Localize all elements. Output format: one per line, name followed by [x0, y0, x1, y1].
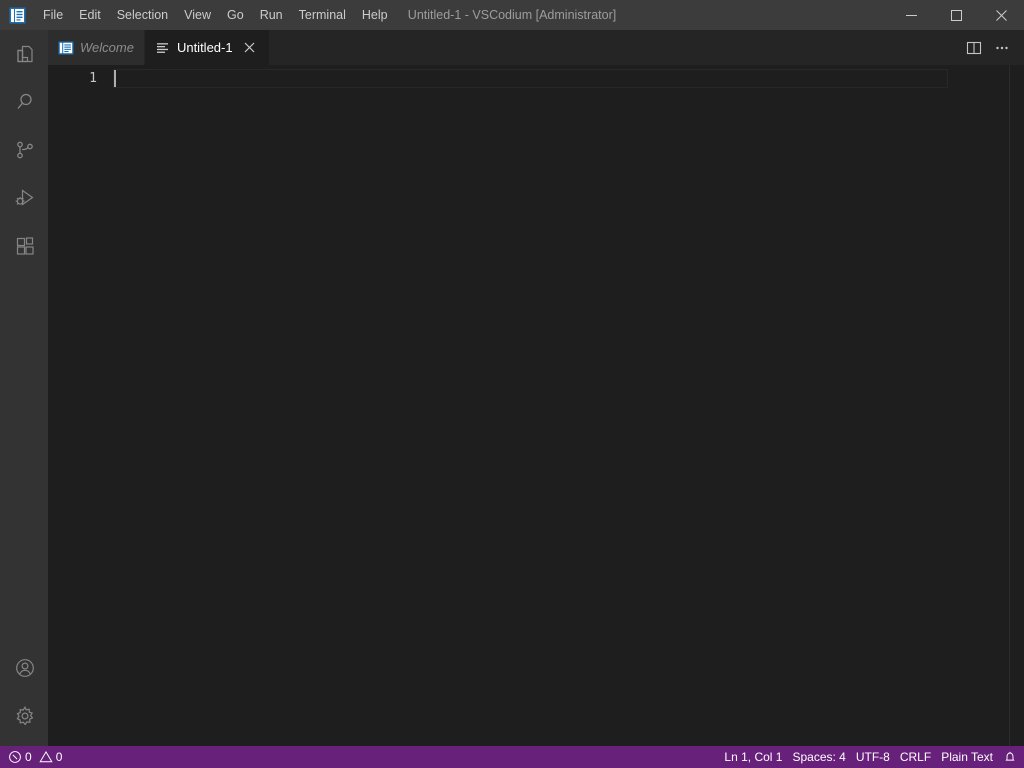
status-problems[interactable]: 0 0 — [3, 746, 67, 768]
account-icon — [16, 659, 34, 677]
vscodium-logo-icon — [0, 0, 35, 30]
ellipsis-icon — [996, 46, 1008, 49]
status-bar-right: Ln 1, Col 1 Spaces: 4 UTF-8 CRLF Plain T… — [719, 746, 1024, 768]
menu-item-run[interactable]: Run — [252, 0, 291, 30]
bell-icon — [1003, 750, 1017, 764]
files-icon — [17, 45, 33, 63]
more-actions-button[interactable] — [988, 34, 1016, 62]
activity-run-debug[interactable] — [0, 174, 48, 222]
menu-item-view[interactable]: View — [176, 0, 219, 30]
activity-extensions[interactable] — [0, 222, 48, 270]
vscodium-window: File Edit Selection View Go Run Terminal… — [0, 0, 1024, 768]
menu-item-selection[interactable]: Selection — [109, 0, 176, 30]
status-bar-left: 0 0 — [0, 746, 67, 768]
menu-item-edit[interactable]: Edit — [71, 0, 109, 30]
status-encoding[interactable]: UTF-8 — [851, 746, 895, 768]
status-eol[interactable]: CRLF — [895, 746, 936, 768]
overview-ruler[interactable] — [1009, 65, 1024, 746]
activity-bar — [0, 30, 48, 746]
split-editor-icon — [966, 41, 982, 54]
error-count: 0 — [25, 750, 32, 764]
activity-explorer[interactable] — [0, 30, 48, 78]
menu-item-go[interactable]: Go — [219, 0, 252, 30]
close-icon — [996, 9, 1007, 21]
tab-label: Untitled-1 — [176, 40, 233, 55]
window-controls — [889, 0, 1024, 30]
status-notifications[interactable] — [998, 746, 1022, 768]
menu-item-file[interactable]: File — [35, 0, 71, 30]
editor-group: Welcome Untitled-1 1 — [48, 30, 1024, 746]
run-and-debug-icon — [15, 189, 34, 206]
plaintext-file-icon — [155, 40, 171, 56]
menu-item-terminal[interactable]: Terminal — [291, 0, 354, 30]
menu-item-help[interactable]: Help — [354, 0, 396, 30]
minimize-button[interactable] — [889, 0, 934, 30]
activity-source-control[interactable] — [0, 126, 48, 174]
tab-list: Welcome Untitled-1 — [48, 30, 270, 65]
search-icon — [17, 93, 32, 109]
warning-count: 0 — [55, 750, 63, 764]
extensions-icon — [16, 237, 34, 255]
activity-search[interactable] — [0, 78, 48, 126]
close-button[interactable] — [979, 0, 1024, 30]
text-cursor — [114, 70, 116, 87]
minimize-icon — [906, 14, 917, 16]
activity-accounts[interactable] — [0, 644, 48, 692]
maximize-button[interactable] — [934, 0, 979, 30]
maximize-icon — [951, 9, 962, 21]
welcome-preview-icon — [58, 40, 74, 56]
line-number-gutter: 1 — [48, 65, 112, 746]
source-control-icon — [17, 141, 33, 159]
line-number: 1 — [89, 71, 97, 86]
status-indentation[interactable]: Spaces: 4 — [787, 746, 850, 768]
activity-settings[interactable] — [0, 692, 48, 740]
error-icon — [8, 750, 22, 764]
workbench-body: Welcome Untitled-1 1 — [0, 30, 1024, 746]
menu-bar: File Edit Selection View Go Run Terminal… — [35, 0, 396, 30]
tab-welcome[interactable]: Welcome — [48, 30, 145, 65]
activity-bar-top-group — [0, 30, 48, 270]
status-language-mode[interactable]: Plain Text — [936, 746, 998, 768]
warning-icon — [39, 750, 53, 764]
tab-label: Welcome — [80, 40, 134, 55]
status-bar: 0 0 Ln 1, Col 1 Spaces: 4 UTF-8 CRLF Pla… — [0, 746, 1024, 768]
split-editor-right-button[interactable] — [960, 34, 988, 62]
tab-bar: Welcome Untitled-1 — [48, 30, 1024, 65]
tab-untitled-1[interactable]: Untitled-1 — [144, 30, 270, 65]
gear-icon — [16, 705, 34, 726]
editor-actions — [960, 30, 1024, 65]
title-bar: File Edit Selection View Go Run Terminal… — [0, 0, 1024, 30]
activity-bar-bottom-group — [0, 644, 48, 746]
tab-close-button[interactable] — [241, 39, 259, 57]
text-editor[interactable]: 1 — [48, 65, 1024, 746]
status-cursor-position[interactable]: Ln 1, Col 1 — [719, 746, 787, 768]
current-line-highlight — [113, 69, 948, 88]
